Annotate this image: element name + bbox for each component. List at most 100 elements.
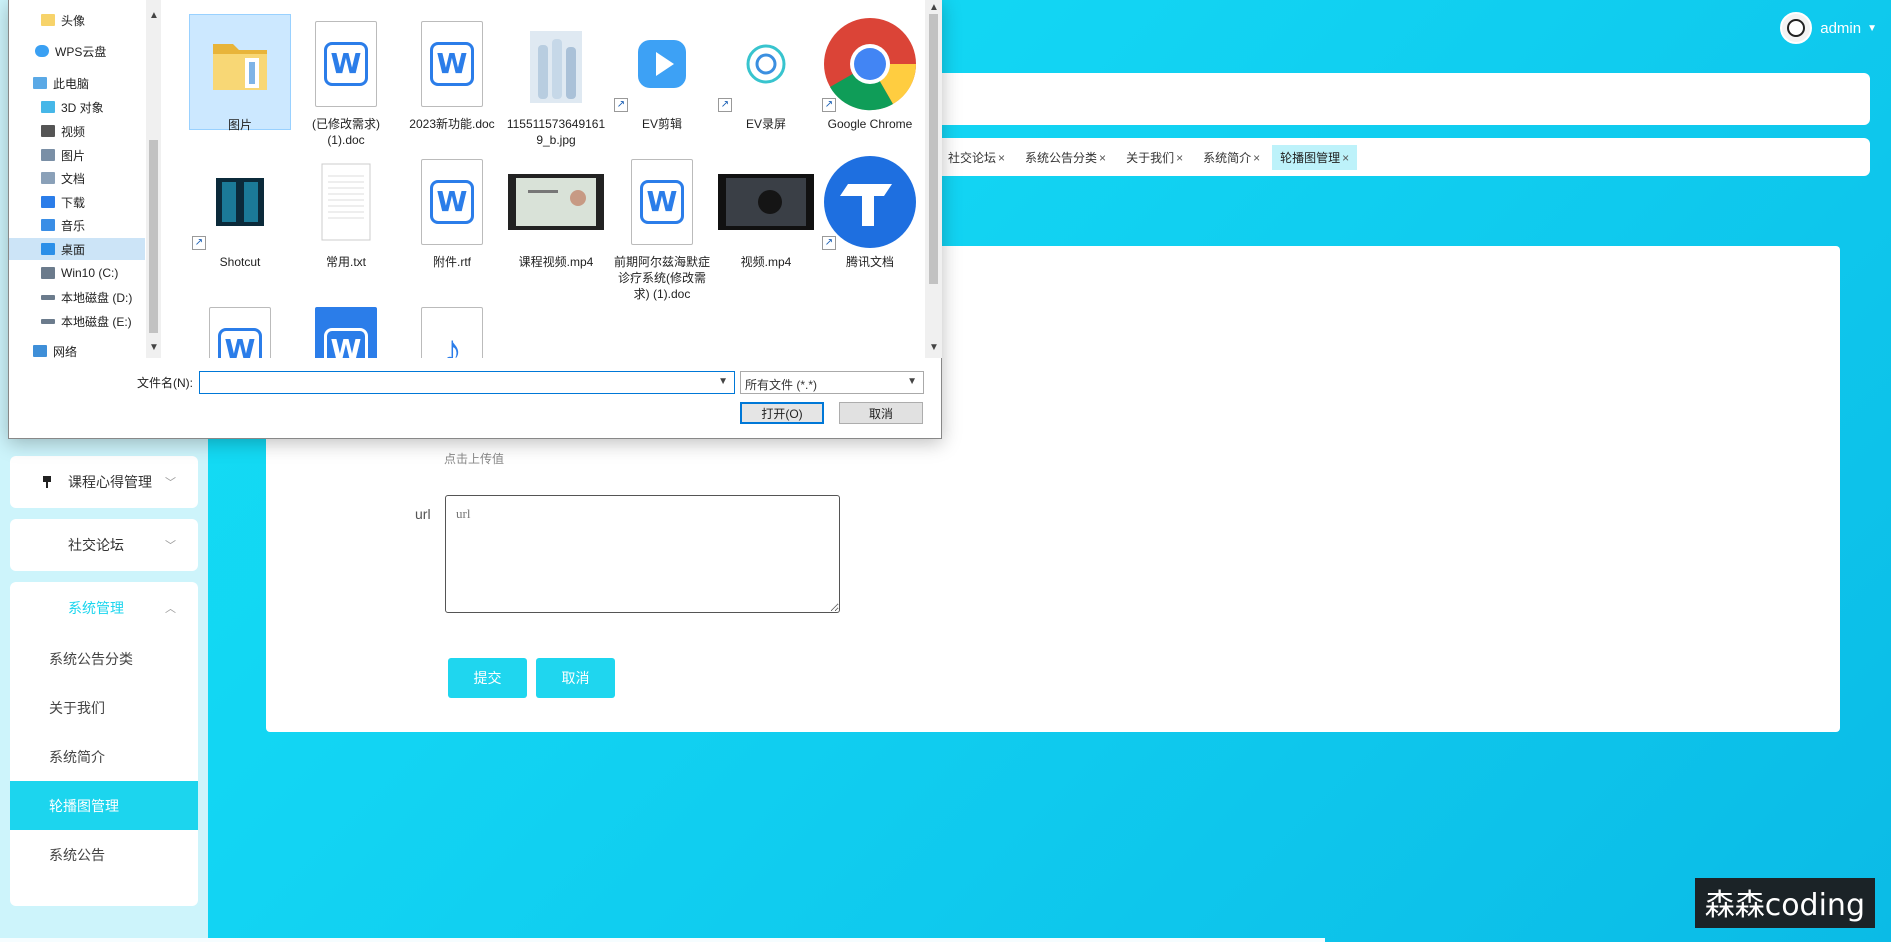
tab-notice-category[interactable]: 系统公告分类 × — [1017, 145, 1114, 170]
file-item[interactable]: ↗ EV录屏 — [715, 14, 817, 132]
tab-social-forum[interactable]: 社交论坛 × — [940, 145, 1013, 170]
shortcut-arrow-icon: ↗ — [614, 98, 628, 112]
cloud-icon — [35, 45, 49, 57]
cancel-button[interactable]: 取消 — [536, 658, 615, 698]
drive-icon — [41, 318, 55, 324]
nav-item-network[interactable]: 网络 — [33, 340, 77, 358]
video-thumbnail-icon — [506, 152, 606, 252]
scroll-up-icon[interactable]: ▲ — [149, 10, 159, 21]
nav-item-videos[interactable]: 视频 — [41, 120, 85, 142]
menu-group-label: 课程心得管理 — [68, 474, 152, 490]
nav-item-pictures[interactable]: 图片 — [41, 144, 85, 166]
folder-icon — [190, 15, 290, 115]
close-icon[interactable]: × — [1099, 151, 1106, 165]
file-item[interactable]: ♪ — [401, 300, 503, 358]
file-item[interactable]: 课程视频.mp4 — [505, 152, 607, 270]
submenu-item-system-intro[interactable]: 系统简介 — [10, 732, 198, 781]
close-icon[interactable]: × — [998, 151, 1005, 165]
file-item[interactable]: ↗ 腾讯文档 — [819, 152, 921, 270]
close-icon[interactable]: × — [1176, 151, 1183, 165]
menu-group-social-forum[interactable]: 社交论坛 ﹀ — [10, 519, 198, 571]
open-button[interactable]: 打开(O) — [740, 402, 824, 424]
nav-item-downloads[interactable]: 下载 — [41, 191, 85, 213]
3d-objects-icon — [41, 101, 55, 113]
pin-icon — [40, 475, 54, 489]
menu-group-system-management[interactable]: 系统管理 ︿ 系统公告分类 关于我们 系统简介 轮播图管理 系统公告 — [10, 582, 198, 906]
files-pane: 图片 W (已修改需求)(1).doc W 2023新功能.doc 115511… — [179, 0, 925, 358]
nav-item-drive-e[interactable]: 本地磁盘 (E:) — [41, 310, 132, 332]
file-item[interactable]: ↗ EV剪辑 — [611, 14, 713, 132]
file-item[interactable]: 视频.mp4 — [715, 152, 817, 270]
video-folder-icon — [41, 125, 55, 137]
folder-icon — [41, 14, 55, 26]
file-type-select[interactable]: 所有文件 (*.*) ▼ — [740, 371, 924, 394]
tab-system-intro[interactable]: 系统简介 × — [1195, 145, 1268, 170]
documents-folder-icon — [41, 172, 55, 184]
music-icon — [41, 219, 55, 231]
file-item[interactable]: 1155115736491619_b.jpg — [505, 14, 607, 148]
tab-carousel-management[interactable]: 轮播图管理 × — [1272, 144, 1358, 170]
desktop-icon — [41, 243, 55, 255]
wps-document-icon: W — [421, 21, 483, 107]
user-menu[interactable]: admin ▼ — [1780, 12, 1877, 44]
chrome-icon: ↗ — [820, 14, 920, 114]
avatar — [1780, 12, 1813, 44]
nav-item-drive-d[interactable]: 本地磁盘 (D:) — [41, 286, 132, 308]
drive-icon — [41, 294, 55, 300]
bottom-strip — [0, 938, 1325, 942]
dialog-cancel-button[interactable]: 取消 — [839, 402, 923, 424]
menu-group-course-notes[interactable]: 课程心得管理 ﹀ — [10, 456, 198, 508]
filename-input[interactable]: ▼ — [199, 371, 735, 394]
chevron-down-icon[interactable]: ▼ — [718, 376, 728, 387]
ev-edit-app-icon: ↗ — [612, 14, 712, 114]
close-icon[interactable]: × — [1342, 151, 1349, 165]
url-textarea[interactable] — [445, 495, 840, 613]
wps-document-icon: W — [631, 159, 693, 245]
scroll-up-icon[interactable]: ▲ — [929, 2, 939, 13]
nav-item-this-pc[interactable]: 此电脑 — [33, 72, 89, 94]
shortcut-arrow-icon: ↗ — [718, 98, 732, 112]
file-item[interactable]: W 附件.rtf — [401, 152, 503, 270]
nav-item-drive-c[interactable]: Win10 (C:) — [41, 262, 118, 284]
file-item[interactable]: W — [295, 300, 397, 358]
wps-blue-document-icon: W — [315, 307, 377, 358]
shortcut-arrow-icon: ↗ — [822, 98, 836, 112]
submenu-item-notice-category[interactable]: 系统公告分类 — [10, 634, 198, 683]
grid-icon — [40, 601, 54, 615]
scroll-down-icon[interactable]: ▼ — [929, 342, 939, 353]
computer-icon — [33, 77, 47, 89]
nav-scrollbar[interactable]: ▲ ▼ — [146, 0, 161, 358]
file-item[interactable]: W — [189, 300, 291, 358]
nav-item-3d-objects[interactable]: 3D 对象 — [41, 96, 104, 118]
file-item[interactable]: W (已修改需求)(1).doc — [295, 14, 397, 148]
tencent-docs-icon: ↗ — [820, 152, 920, 252]
files-scrollbar[interactable]: ▲ ▼ — [925, 0, 942, 358]
ev-record-app-icon: ↗ — [716, 14, 816, 114]
nav-item-music[interactable]: 音乐 — [41, 214, 85, 236]
file-open-dialog: 头像 WPS云盘 此电脑 3D 对象 视频 图片 文档 下载 音乐 桌面 Win — [8, 0, 942, 439]
file-item[interactable]: 图片 — [189, 14, 291, 132]
file-item[interactable]: W 2023新功能.doc — [401, 14, 503, 132]
upload-hint[interactable]: 点击上传值 — [444, 450, 504, 467]
nav-item-avatar-folder[interactable]: 头像 — [41, 9, 85, 31]
close-icon[interactable]: × — [1253, 151, 1260, 165]
file-item[interactable]: W 前期阿尔兹海默症诊疗系统(修改需求) (1).doc — [611, 152, 713, 302]
filename-label: 文件名(N): — [137, 376, 193, 390]
scroll-down-icon[interactable]: ▼ — [149, 342, 159, 353]
submenu-item-carousel-management[interactable]: 轮播图管理 — [10, 781, 198, 830]
file-item[interactable]: ↗ Google Chrome — [819, 14, 921, 132]
chevron-down-icon: ﹀ — [165, 540, 176, 552]
submit-button[interactable]: 提交 — [448, 658, 527, 698]
scrollbar-thumb[interactable] — [929, 14, 938, 284]
nav-item-wps-cloud[interactable]: WPS云盘 — [35, 40, 106, 62]
tab-about-us[interactable]: 关于我们 × — [1118, 145, 1191, 170]
file-item[interactable]: ↗ Shotcut — [189, 152, 291, 270]
watermark: 森森coding — [1694, 878, 1875, 928]
file-item[interactable]: 常用.txt — [295, 152, 397, 270]
nav-item-desktop[interactable]: 桌面 — [9, 238, 145, 260]
scrollbar-thumb[interactable] — [149, 140, 158, 333]
submenu-item-system-notice[interactable]: 系统公告 — [10, 830, 198, 879]
wps-document-icon: W — [315, 21, 377, 107]
nav-item-documents[interactable]: 文档 — [41, 167, 85, 189]
submenu-item-about-us[interactable]: 关于我们 — [10, 683, 198, 732]
